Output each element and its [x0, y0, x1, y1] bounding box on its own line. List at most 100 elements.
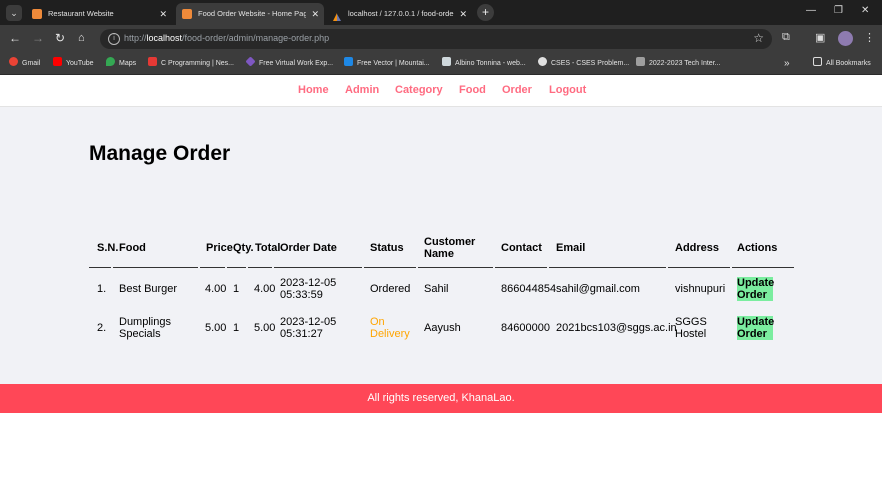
header-divider — [227, 267, 246, 268]
close-icon[interactable]: ✕ — [311, 3, 319, 25]
col-contact: Contact — [501, 242, 542, 254]
cell-total: 5.00 — [254, 322, 276, 334]
update-order-button[interactable]: Update Order — [737, 316, 774, 340]
home-icon[interactable]: ⌂ — [78, 31, 85, 45]
tab-title: Food Order Website - Home Page — [198, 9, 306, 18]
update-order-button[interactable]: Update Order — [737, 277, 774, 301]
bookmark-albino-tonnina[interactable]: Albino Tonnina - web... — [442, 53, 526, 75]
freepik-icon — [344, 57, 353, 66]
main-content: Manage Order S.N. Food Price Qty. Total … — [0, 107, 882, 384]
cell-address: vishnupuri — [675, 283, 726, 295]
bookmark-label: CSES - CSES Problem... — [551, 60, 630, 67]
bookmark-tech-internships[interactable]: 2022-2023 Tech Inter... — [636, 53, 720, 75]
close-icon[interactable]: ✕ — [159, 3, 167, 25]
bookmark-free-vector[interactable]: Free Vector | Mountai... — [344, 53, 430, 75]
chart-icon — [636, 57, 645, 66]
bookmark-virtual-work[interactable]: Free Virtual Work Exp... — [245, 53, 334, 75]
menu-category[interactable]: Category — [395, 84, 443, 96]
bookmarks-bar: Gmail YouTube Maps C Programming | Nes..… — [0, 53, 882, 75]
bookmark-gmail[interactable]: Gmail — [9, 53, 40, 75]
col-email: Email — [556, 242, 586, 254]
menu-food[interactable]: Food — [459, 84, 486, 96]
cell-price: 5.00 — [205, 322, 227, 334]
more-bookmarks-icon[interactable]: » — [784, 53, 790, 75]
cell-order-date: 2023-12-05 05:33:59 — [280, 277, 337, 301]
col-food: Food — [119, 242, 146, 254]
col-sn: S.N. — [97, 242, 119, 254]
bookmark-cses[interactable]: CSES - CSES Problem... — [538, 53, 629, 75]
tab-search-icon[interactable]: ⌄ — [6, 5, 22, 21]
extensions-icon[interactable]: ⧉ — [782, 31, 790, 44]
cell-sn: 1. — [97, 283, 107, 295]
col-address: Address — [675, 242, 720, 254]
bookmark-c-programming[interactable]: C Programming | Nes... — [148, 53, 234, 75]
all-bookmarks[interactable]: All Bookmarks — [813, 53, 871, 75]
status-badge: Ordered — [370, 283, 411, 295]
browser-tab-bar: ⌄ Restaurant Website ✕ Food Order Websit… — [0, 0, 882, 25]
cell-qty: 1 — [233, 283, 240, 295]
cell-address: SGGS Hostel — [675, 316, 707, 340]
reload-icon[interactable]: ↻ — [55, 31, 65, 45]
header-divider — [668, 267, 730, 268]
html-favicon-icon — [32, 9, 42, 19]
header-divider — [89, 267, 111, 268]
footer: All rights reserved, KhanaLao. — [0, 384, 882, 413]
bookmark-youtube[interactable]: YouTube — [53, 53, 94, 75]
header-divider — [364, 267, 416, 268]
cell-qty: 1 — [233, 322, 240, 334]
tab-title: localhost / 127.0.0.1 / food-order / ... — [348, 9, 454, 18]
browser-toolbar: ← → ↻ ⌂ i http://localhost/food-order/ad… — [0, 25, 882, 53]
cell-email: 2021bcs103@sggs.ac.in — [556, 322, 677, 334]
tab-food-order-home[interactable]: Food Order Website - Home Page ✕ — [176, 3, 324, 25]
footer-text: All rights reserved, KhanaLao. — [367, 392, 515, 404]
header-divider — [200, 267, 225, 268]
new-tab-button[interactable]: + — [477, 4, 494, 21]
admin-menu: Home Admin Category Food Order Logout — [0, 76, 882, 107]
close-icon[interactable]: ✕ — [459, 3, 467, 25]
tab-phpmyadmin[interactable]: localhost / 127.0.0.1 / food-order / ...… — [326, 3, 472, 25]
header-divider — [274, 267, 362, 268]
header-divider — [248, 267, 272, 268]
menu-order[interactable]: Order — [502, 84, 532, 96]
back-arrow-icon[interactable]: ← — [9, 31, 21, 45]
plus-icon — [148, 57, 157, 66]
col-order-date: Order Date — [280, 242, 337, 254]
address-bar[interactable]: i http://localhost/food-order/admin/mana… — [100, 29, 772, 49]
profile-avatar[interactable] — [838, 31, 853, 46]
more-menu-icon[interactable]: ⋮ — [864, 31, 875, 44]
tab-restaurant-website[interactable]: Restaurant Website ✕ — [26, 3, 172, 25]
header-divider — [113, 267, 198, 268]
youtube-icon — [53, 57, 62, 66]
cell-food: Best Burger — [119, 283, 178, 295]
side-panel-icon[interactable]: ▣ — [815, 31, 825, 44]
bookmark-label: Free Virtual Work Exp... — [259, 60, 334, 67]
menu-home[interactable]: Home — [298, 84, 329, 96]
diamond-icon — [245, 56, 256, 67]
col-total: Total — [255, 242, 281, 254]
cell-customer-name: Sahil — [424, 283, 449, 295]
window-close-icon[interactable]: ✕ — [861, 5, 869, 16]
bookmark-label: Maps — [119, 60, 137, 67]
url-text[interactable]: http://localhost/food-order/admin/manage… — [124, 33, 329, 43]
header-divider — [418, 267, 493, 268]
globe-icon — [538, 57, 547, 66]
bookmark-star-icon[interactable]: ☆ — [753, 31, 764, 45]
html-favicon-icon — [182, 9, 192, 19]
menu-logout[interactable]: Logout — [549, 84, 586, 96]
bookmark-label: 2022-2023 Tech Inter... — [649, 60, 721, 67]
menu-admin[interactable]: Admin — [345, 84, 379, 96]
site-info-icon[interactable]: i — [108, 33, 120, 45]
bookmark-maps[interactable]: Maps — [106, 53, 136, 75]
cell-price: 4.00 — [205, 283, 227, 295]
cell-order-date: 2023-12-05 05:31:27 — [280, 316, 337, 340]
minimize-icon[interactable]: — — [806, 5, 816, 16]
maximize-icon[interactable]: ❐ — [834, 5, 843, 16]
cell-contact: 866044854 — [501, 283, 557, 295]
header-divider — [549, 267, 666, 268]
phpmyadmin-sail-icon — [332, 9, 342, 21]
url-scheme: http:// — [124, 33, 147, 43]
url-host: localhost — [146, 33, 183, 43]
forward-arrow-icon[interactable]: → — [32, 31, 44, 45]
cell-contact: 84600000 — [501, 322, 550, 334]
header-divider — [732, 267, 794, 268]
